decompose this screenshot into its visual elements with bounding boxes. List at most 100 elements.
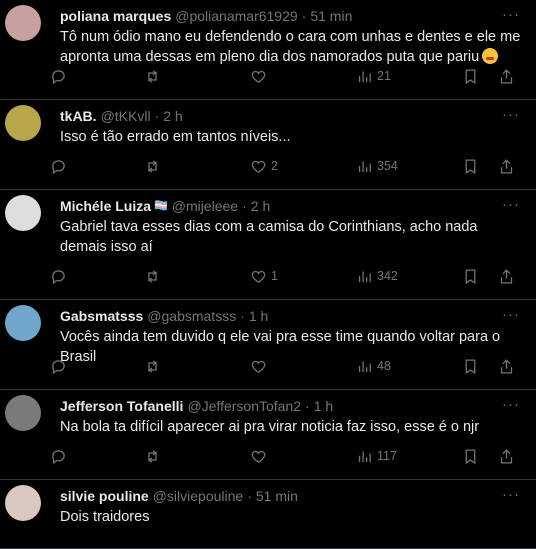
- separator-dot: ·: [240, 307, 245, 324]
- retweet-button[interactable]: [144, 439, 165, 473]
- action-bar: 117: [52, 439, 524, 473]
- like-count: 2: [271, 159, 278, 173]
- more-icon[interactable]: ···: [502, 6, 520, 23]
- more-icon[interactable]: ···: [502, 396, 520, 413]
- author-handle[interactable]: @polianamar61929: [175, 8, 297, 24]
- views-count: 354: [377, 159, 398, 173]
- bookmark-button[interactable]: [462, 259, 479, 293]
- more-icon[interactable]: ···: [502, 306, 520, 323]
- retweet-icon: [148, 269, 157, 283]
- author-name[interactable]: Gabsmatsss: [60, 308, 143, 324]
- views-icon: [358, 271, 371, 282]
- reply-button[interactable]: [50, 259, 71, 293]
- share-button[interactable]: [498, 439, 515, 473]
- timestamp[interactable]: 2 h: [163, 108, 182, 124]
- views-button[interactable]: 21: [356, 59, 391, 93]
- views-button[interactable]: 117: [356, 439, 397, 473]
- retweet-button[interactable]: [144, 349, 165, 383]
- action-bar: 1 342: [52, 259, 524, 293]
- author-name[interactable]: tkAB.: [60, 108, 97, 124]
- retweet-button[interactable]: [144, 259, 165, 293]
- avatar[interactable]: [5, 395, 41, 431]
- retweet-button[interactable]: [144, 149, 165, 183]
- tweet-text: Isso é tão errado em tantos níveis...: [60, 129, 291, 145]
- bookmark-button[interactable]: [462, 349, 479, 383]
- tweet[interactable]: Gabsmatsss @gabsmatsss · 1 h ··· Vocês a…: [0, 300, 536, 390]
- views-button[interactable]: 354: [356, 149, 398, 183]
- tweet[interactable]: tkAB. @tKKvll · 2 h ··· Isso é tão errad…: [0, 100, 536, 190]
- more-icon[interactable]: ···: [502, 196, 520, 213]
- author-handle[interactable]: @JeffersonTofan2: [187, 398, 301, 414]
- separator-dot: ·: [247, 487, 252, 504]
- like-button[interactable]: [250, 59, 271, 93]
- timestamp[interactable]: 51 min: [256, 488, 298, 504]
- like-icon: [251, 70, 266, 83]
- author-name[interactable]: Jefferson Tofanelli: [60, 398, 183, 414]
- bookmark-button[interactable]: [462, 59, 479, 93]
- reply-button[interactable]: [50, 149, 71, 183]
- share-button[interactable]: [498, 149, 515, 183]
- views-count: 117: [377, 449, 397, 463]
- like-icon: [251, 450, 266, 463]
- like-button[interactable]: [250, 349, 271, 383]
- like-button[interactable]: 1: [250, 259, 278, 293]
- like-button[interactable]: 2: [250, 149, 278, 183]
- avatar[interactable]: [5, 5, 41, 41]
- author-handle[interactable]: @mijeleee: [172, 198, 238, 214]
- retweet-icon: [148, 359, 157, 373]
- author-name[interactable]: silvie pouline: [60, 488, 149, 504]
- tweet-text: Dois traidores: [60, 509, 150, 525]
- author-name[interactable]: Michéle Luiza: [60, 198, 151, 214]
- tweet-header: Michéle Luiza 🏳‍⚧ @mijeleee · 2 h: [60, 196, 524, 215]
- bookmark-icon: [465, 358, 476, 374]
- like-button[interactable]: [250, 439, 271, 473]
- views-button[interactable]: 48: [356, 349, 391, 383]
- views-icon: [358, 71, 371, 82]
- views-count: 342: [377, 269, 398, 283]
- more-icon[interactable]: ···: [502, 486, 520, 503]
- reply-icon: [52, 449, 65, 464]
- timeline-feed: poliana marques @polianamar61929 · 51 mi…: [0, 0, 536, 549]
- like-icon: [251, 270, 266, 283]
- like-count: 1: [271, 269, 278, 283]
- share-button[interactable]: [498, 259, 515, 293]
- timestamp[interactable]: 51 min: [310, 8, 352, 24]
- tweet[interactable]: poliana marques @polianamar61929 · 51 mi…: [0, 0, 536, 100]
- like-icon: [251, 360, 266, 373]
- name-badge-icon: 🏳‍⚧: [154, 200, 168, 212]
- more-icon[interactable]: ···: [502, 106, 520, 123]
- views-icon: [358, 451, 371, 462]
- author-handle[interactable]: @gabsmatsss: [147, 308, 236, 324]
- retweet-icon: [148, 449, 157, 463]
- separator-dot: ·: [242, 197, 247, 214]
- bookmark-button[interactable]: [462, 439, 479, 473]
- author-handle[interactable]: @tKKvll: [101, 108, 151, 124]
- tweet[interactable]: Michéle Luiza 🏳‍⚧ @mijeleee · 2 h ··· Gab…: [0, 190, 536, 300]
- tweet-text: Gabriel tava esses dias com a camisa do …: [60, 219, 478, 255]
- share-button[interactable]: [498, 59, 515, 93]
- timestamp[interactable]: 2 h: [251, 198, 270, 214]
- share-button[interactable]: [498, 349, 515, 383]
- separator-dot: ·: [301, 7, 307, 24]
- views-icon: [358, 161, 371, 172]
- bookmark-button[interactable]: [462, 149, 479, 183]
- avatar[interactable]: [5, 195, 41, 231]
- reply-icon: [52, 69, 65, 84]
- reply-button[interactable]: [50, 439, 71, 473]
- author-handle[interactable]: @silviepouline: [153, 488, 243, 504]
- reply-button[interactable]: [50, 59, 71, 93]
- reply-icon: [52, 269, 65, 284]
- tweet[interactable]: Jefferson Tofanelli @JeffersonTofan2 · 1…: [0, 390, 536, 480]
- reply-button[interactable]: [50, 349, 71, 383]
- author-name[interactable]: poliana marques: [60, 8, 171, 24]
- avatar[interactable]: [5, 105, 41, 141]
- tweet[interactable]: silvie pouline @silviepouline · 51 min ·…: [0, 480, 536, 549]
- views-button[interactable]: 342: [356, 259, 398, 293]
- avatar[interactable]: [5, 485, 41, 521]
- avatar[interactable]: [5, 305, 41, 341]
- tweet-header: silvie pouline @silviepouline · 51 min: [60, 486, 524, 505]
- timestamp[interactable]: 1 h: [249, 308, 268, 324]
- timestamp[interactable]: 1 h: [314, 398, 333, 414]
- action-bar: 2 354: [52, 149, 524, 183]
- retweet-button[interactable]: [144, 59, 165, 93]
